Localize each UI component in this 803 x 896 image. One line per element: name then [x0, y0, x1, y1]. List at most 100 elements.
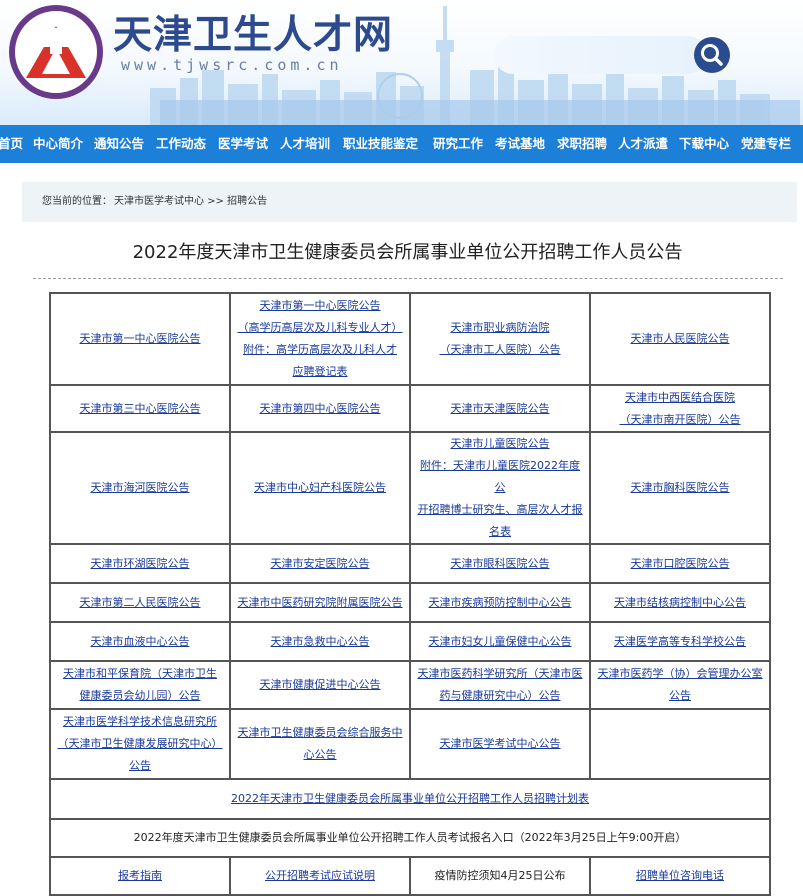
table-cell: 天津市医学考试中心公告 — [409, 708, 591, 780]
table-cell: 天津市眼科医院公告 — [409, 543, 591, 584]
recruitment-plan-link[interactable]: 2022年天津市卫生健康委员会所属事业单位公开招聘工作人员招聘计划表 — [231, 792, 589, 805]
table-cell: 天津市环湖医院公告 — [49, 543, 231, 584]
hospital-link[interactable]: 天津市眼科医院公告 — [451, 557, 550, 570]
hospital-link[interactable]: 天津市卫生健康委员会综合服务中 — [238, 726, 403, 739]
site-logo — [9, 5, 103, 99]
announcement-table: 天津市第一中心医院公告 天津市第一中心医院公告 （高学历高层次及儿科专业人才） … — [49, 292, 771, 896]
site-header: 天津卫生人才网 www.tjwsrc.com.cn — [0, 0, 803, 125]
hospital-link[interactable]: 天津市儿童医院公告 — [451, 437, 550, 450]
hospital-link[interactable]: 天津市人民医院公告 — [631, 332, 730, 345]
nav-exam-base[interactable]: 考试基地 — [495, 125, 545, 163]
table-cell: 天津市第一中心医院公告 — [49, 292, 231, 386]
hospital-link[interactable]: 天津市安定医院公告 — [271, 557, 370, 570]
hospital-link[interactable]: 天津市和平保育院（天津市卫生 — [63, 667, 217, 680]
hospital-link[interactable]: 天津市第二人民医院公告 — [80, 596, 201, 609]
hospital-link[interactable]: 天津市口腔医院公告 — [631, 557, 730, 570]
hospital-link[interactable]: 天津市天津医院公告 — [451, 402, 550, 415]
table-cell: 2022年天津市卫生健康委员会所属事业单位公开招聘工作人员招聘计划表 — [49, 778, 771, 820]
table-row: 天津市第一中心医院公告 天津市第一中心医院公告 （高学历高层次及儿科专业人才） … — [49, 292, 771, 386]
table-cell: 天津市疾病预防控制中心公告 — [409, 582, 591, 623]
nav-training[interactable]: 人才培训 — [280, 125, 330, 163]
hospital-link[interactable]: 健康委员会幼儿园）公告 — [80, 689, 201, 702]
table-cell: 天津医学高等专科学校公告 — [589, 621, 771, 662]
hospital-link[interactable]: （天津市南开医院）公告 — [620, 413, 741, 426]
attachment-link[interactable]: 附件：天津市儿童医院2022年度公 — [420, 459, 580, 494]
site-title: 天津卫生人才网 — [113, 13, 394, 58]
attachment-link[interactable]: 附件：高学历高层次及儿科人才 — [243, 343, 397, 356]
table-cell: 报考指南 — [49, 856, 231, 896]
hospital-link[interactable]: 天津医学高等专科学校公告 — [614, 635, 746, 648]
hospital-link[interactable]: （天津市工人医院）公告 — [440, 343, 561, 356]
hospital-link[interactable]: 天津市结核病控制中心公告 — [614, 596, 746, 609]
hospital-link[interactable]: 天津市医学考试中心公告 — [440, 737, 561, 750]
attachment-link[interactable]: 应聘登记表 — [293, 365, 348, 378]
hospital-link[interactable]: 天津市第一中心医院公告 — [80, 332, 201, 345]
nav-research[interactable]: 研究工作 — [433, 125, 483, 163]
hospital-link[interactable]: 公告 — [129, 759, 151, 772]
hospital-link[interactable]: 天津市第四中心医院公告 — [260, 402, 381, 415]
hospital-link[interactable]: 天津市环湖医院公告 — [91, 557, 190, 570]
nav-dispatch[interactable]: 人才派遣 — [618, 125, 668, 163]
attachment-link[interactable]: 名表 — [489, 525, 511, 538]
hospital-link[interactable]: 天津市职业病防治院 — [451, 321, 550, 334]
hospital-link[interactable]: 天津市第一中心医院公告 — [260, 299, 381, 312]
table-cell: 天津市天津医院公告 — [409, 384, 591, 433]
hospital-link[interactable]: 公告 — [669, 689, 691, 702]
nav-downloads[interactable]: 下载中心 — [679, 125, 729, 163]
hospital-link[interactable]: 天津市海河医院公告 — [91, 481, 190, 494]
hospital-link[interactable]: 天津市胸科医院公告 — [631, 481, 730, 494]
nav-exams[interactable]: 医学考试 — [218, 125, 268, 163]
page-title: 2022年度天津市卫生健康委员会所属事业单位公开招聘工作人员公告 — [132, 242, 683, 263]
hospital-link[interactable]: 心公告 — [304, 748, 337, 761]
hospital-link[interactable]: （高学历高层次及儿科专业人才） — [238, 321, 403, 334]
table-cell: 天津市中医药研究院附属医院公告 — [229, 582, 411, 623]
hospital-link[interactable]: 天津市中西医结合医院 — [625, 391, 735, 404]
contact-phone-link[interactable]: 招聘单位咨询电话 — [636, 869, 724, 882]
hospital-link[interactable]: 天津市医学科学技术信息研究所 — [63, 715, 217, 728]
table-cell: 天津市人民医院公告 — [589, 292, 771, 386]
table-row: 天津市医学科学技术信息研究所 （天津市卫生健康发展研究中心） 公告 天津市卫生健… — [49, 708, 771, 780]
hospital-link[interactable]: 天津市妇女儿童保健中心公告 — [429, 635, 572, 648]
hospital-link[interactable]: 天津市急救中心公告 — [271, 635, 370, 648]
hospital-link[interactable]: 天津市血液中心公告 — [91, 635, 190, 648]
nav-news[interactable]: 工作动态 — [156, 125, 206, 163]
table-cell: 天津市安定医院公告 — [229, 543, 411, 584]
table-cell: 天津市急救中心公告 — [229, 621, 411, 662]
hospital-link[interactable]: 天津市中心妇产科医院公告 — [254, 481, 386, 494]
nav-home[interactable]: 首页 — [0, 125, 23, 163]
nav-notices[interactable]: 通知公告 — [94, 125, 144, 163]
hospital-link[interactable]: 天津市医药科学研究所（天津市医 — [418, 667, 583, 680]
hospital-link[interactable]: （天津市卫生健康发展研究中心） — [58, 737, 223, 750]
nav-party[interactable]: 党建专栏 — [741, 125, 791, 163]
registration-entry[interactable]: 2022年度天津市卫生健康委员会所属事业单位公开招聘工作人员考试报名入口（202… — [49, 818, 771, 858]
nav-jobs[interactable]: 求职招聘 — [557, 125, 607, 163]
hospital-link[interactable]: 天津市第三中心医院公告 — [80, 402, 201, 415]
table-cell: 招聘单位咨询电话 — [589, 856, 771, 896]
table-row: 2022年天津市卫生健康委员会所属事业单位公开招聘工作人员招聘计划表 — [49, 778, 771, 820]
search-input[interactable] — [494, 36, 707, 74]
exam-guide-link[interactable]: 报考指南 — [118, 869, 162, 882]
table-cell: 天津市和平保育院（天津市卫生 健康委员会幼儿园）公告 — [49, 660, 231, 710]
hospital-link[interactable]: 天津市中医药研究院附属医院公告 — [238, 596, 403, 609]
table-cell: 天津市结核病控制中心公告 — [589, 582, 771, 623]
table-cell: 天津市医药学（协）会管理办公室 公告 — [589, 660, 771, 710]
site-url: www.tjwsrc.com.cn — [121, 56, 343, 74]
table-cell: 天津市海河医院公告 — [49, 431, 231, 545]
nav-about[interactable]: 中心简介 — [33, 125, 83, 163]
hospital-link[interactable]: 药与健康研究中心）公告 — [440, 689, 561, 702]
epidemic-notice-text: 疫情防控须知4月25日公布 — [409, 856, 591, 896]
table-cell: 天津市第二人民医院公告 — [49, 582, 231, 623]
breadcrumb-label: 您当前的位置： — [42, 196, 112, 207]
hospital-link[interactable]: 天津市健康促进中心公告 — [260, 678, 381, 691]
table-row: 天津市环湖医院公告 天津市安定医院公告 天津市眼科医院公告 天津市口腔医院公告 — [49, 543, 771, 584]
hospital-link[interactable]: 天津市医药学（协）会管理办公室 — [598, 667, 763, 680]
main-nav: 首页 中心简介 通知公告 工作动态 医学考试 人才培训 职业技能鉴定 研究工作 … — [0, 125, 803, 163]
exam-instructions-link[interactable]: 公开招聘考试应试说明 — [265, 869, 375, 882]
breadcrumb-path[interactable]: 天津市医学考试中心 >> 招聘公告 — [114, 182, 267, 222]
attachment-link[interactable]: 开招聘博士研究生、高层次人才报 — [418, 503, 583, 516]
table-cell: 天津市第一中心医院公告 （高学历高层次及儿科专业人才） 附件：高学历高层次及儿科… — [229, 292, 411, 386]
hospital-link[interactable]: 天津市疾病预防控制中心公告 — [429, 596, 572, 609]
table-row: 天津市血液中心公告 天津市急救中心公告 天津市妇女儿童保健中心公告 天津医学高等… — [49, 621, 771, 662]
search-button[interactable] — [694, 37, 730, 73]
nav-skills[interactable]: 职业技能鉴定 — [343, 125, 418, 163]
